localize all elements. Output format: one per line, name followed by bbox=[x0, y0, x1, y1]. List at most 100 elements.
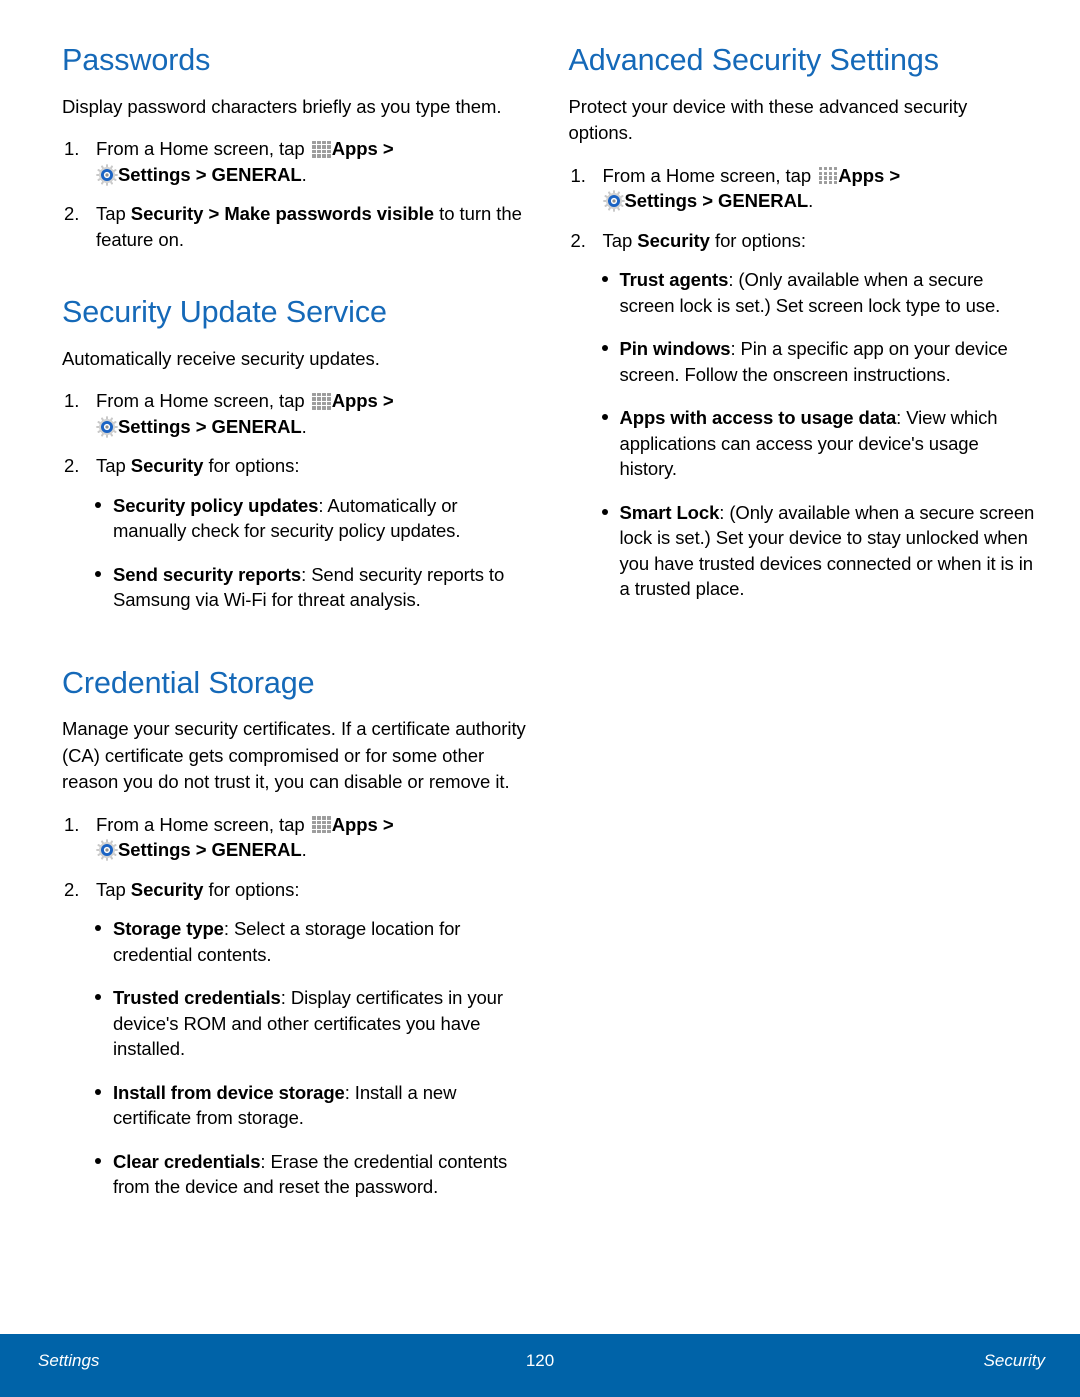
bullet-item: Storage type: Select a storage location … bbox=[62, 916, 529, 967]
step-number: 2. bbox=[570, 229, 586, 251]
bullet-dot-icon bbox=[601, 508, 608, 515]
security-label: Security bbox=[130, 878, 204, 900]
bullet-dot-icon bbox=[601, 345, 608, 352]
general-label: GENERAL bbox=[718, 190, 809, 212]
step-number: 2. bbox=[64, 878, 80, 900]
step-item: 1. From a Home screen, tap Apps > Settings… bbox=[570, 164, 901, 212]
step-item: 2. Tap Security for options: bbox=[569, 228, 1036, 254]
content-section: Advanced Security Settings Protect your d… bbox=[568, 43, 1036, 602]
bullet-item: Install from device storage: Install a n… bbox=[62, 1080, 529, 1131]
chevron-separator: > bbox=[702, 190, 713, 212]
section-heading: Credential Storage bbox=[62, 665, 315, 700]
bullet-term: Clear credentials bbox=[113, 1150, 261, 1172]
settings-label: Settings bbox=[118, 163, 191, 185]
bullet-term: Trusted credentials bbox=[113, 987, 281, 1009]
bullet-dot-icon bbox=[95, 570, 101, 577]
bullet-dot-icon bbox=[95, 1088, 101, 1095]
page-number: 120 bbox=[525, 1351, 555, 1370]
bullet-dot-icon bbox=[601, 414, 608, 421]
bullet-item: Security policy updates: Automatically o… bbox=[62, 493, 529, 544]
content-section: Credential Storage Manage your security c… bbox=[62, 665, 529, 1200]
apps-label: Apps bbox=[331, 813, 378, 835]
section-intro: Automatically receive security updates. bbox=[62, 347, 380, 369]
footer-right-label: Security bbox=[983, 1351, 1045, 1370]
apps-label: Apps bbox=[331, 138, 378, 160]
settings-label: Settings bbox=[118, 415, 191, 437]
steps-list: 1. From a Home screen, tap Apps > Settings… bbox=[569, 163, 1036, 254]
chevron-separator: > bbox=[195, 839, 207, 861]
settings-gear-icon bbox=[602, 190, 625, 212]
general-label: GENERAL bbox=[211, 415, 302, 437]
apps-label: Apps bbox=[331, 390, 378, 412]
section-intro: Display password characters briefly as y… bbox=[62, 95, 502, 117]
content-section: Security Update Service Automatically rec… bbox=[62, 295, 529, 613]
general-label: GENERAL bbox=[211, 163, 302, 185]
apps-grid-icon bbox=[311, 138, 332, 158]
step-number: 1. bbox=[64, 813, 80, 835]
step-item: 1. From a Home screen, tap Apps > Settings… bbox=[64, 813, 394, 861]
security-label: Security bbox=[130, 455, 204, 477]
chevron-separator: > bbox=[382, 390, 394, 412]
section-intro: Manage your security certificates. If a … bbox=[62, 718, 526, 793]
section-intro: Protect your device with these advanced … bbox=[568, 95, 968, 144]
bullet-dot-icon bbox=[95, 1157, 101, 1164]
bullet-term: Storage type bbox=[113, 918, 224, 940]
chevron-separator: > bbox=[195, 415, 207, 437]
bullet-term: Install from device storage bbox=[113, 1081, 345, 1103]
bullet-term: Trust agents bbox=[619, 269, 729, 291]
apps-grid-icon bbox=[311, 390, 332, 410]
chevron-separator: > bbox=[195, 163, 207, 185]
settings-label: Settings bbox=[118, 839, 191, 861]
bullet-item: Trust agents: (Only available when a sec… bbox=[569, 267, 1036, 318]
content-section: Passwords Display password characters bri… bbox=[62, 43, 529, 252]
step-number: 2. bbox=[64, 203, 80, 225]
apps-label: Apps bbox=[838, 164, 885, 186]
settings-gear-icon bbox=[96, 415, 118, 438]
two-column-body: Passwords Display password characters bri… bbox=[0, 0, 1080, 1300]
step-item: 1. From a Home screen, tap Apps > Settings… bbox=[64, 390, 394, 438]
step-number: 1. bbox=[64, 390, 80, 412]
steps-list: 1. From a Home screen, tap Apps > Settings… bbox=[62, 136, 529, 252]
bullet-term: Apps with access to usage data bbox=[619, 407, 897, 429]
apps-grid-icon bbox=[817, 165, 838, 185]
bullet-term: Smart Lock bbox=[619, 501, 720, 523]
step-number: 1. bbox=[64, 138, 80, 160]
left-column: Passwords Display password characters bri… bbox=[62, 43, 529, 1300]
general-label: GENERAL bbox=[211, 839, 302, 861]
step-number: 1. bbox=[570, 164, 586, 186]
step-item: 2. Tap Security > Make passwords visible … bbox=[64, 203, 522, 250]
settings-gear-icon bbox=[96, 839, 118, 861]
bullet-item: Smart Lock: (Only available when a secur… bbox=[569, 500, 1036, 602]
bullet-term: Pin windows bbox=[619, 338, 731, 360]
security-label: Security bbox=[637, 229, 710, 251]
section-heading: Passwords bbox=[62, 43, 211, 77]
step-item: 2. Tap Security for options: bbox=[62, 453, 529, 479]
bullet-dot-icon bbox=[95, 501, 101, 508]
options-list: Storage type: Select a storage location … bbox=[62, 916, 529, 1200]
right-column: Advanced Security Settings Protect your d… bbox=[568, 43, 1036, 1300]
step-item: 1. From a Home screen, tap Apps > Settings… bbox=[64, 138, 394, 186]
bullet-item: Pin windows: Pin a specific app on your … bbox=[569, 336, 1036, 387]
step-bold-path: Security > Make passwords visible bbox=[130, 203, 435, 225]
options-list: Security policy updates: Automatically o… bbox=[62, 493, 529, 613]
bullet-dot-icon bbox=[601, 276, 608, 283]
chevron-separator: > bbox=[889, 164, 901, 186]
bullet-item: Send security reports: Send security rep… bbox=[62, 562, 529, 613]
options-list: Trust agents: (Only available when a sec… bbox=[569, 267, 1036, 602]
bullet-term: Send security reports bbox=[113, 563, 302, 585]
bullet-dot-icon bbox=[95, 925, 101, 932]
bullet-item: Trusted credentials: Display certificate… bbox=[62, 985, 529, 1062]
bullet-item: Clear credentials: Erase the credential … bbox=[62, 1149, 529, 1200]
steps-list: 1. From a Home screen, tap Apps > Settings… bbox=[62, 812, 529, 903]
settings-label: Settings bbox=[624, 190, 698, 212]
bullet-item: Apps with access to usage data: View whi… bbox=[569, 405, 1036, 482]
bullet-dot-icon bbox=[95, 994, 101, 1001]
step-item: 2. Tap Security for options: bbox=[62, 877, 529, 903]
page-footer: Settings 120 Security bbox=[0, 1334, 1080, 1397]
chevron-separator: > bbox=[382, 138, 394, 160]
section-heading: Advanced Security Settings bbox=[568, 43, 939, 77]
document-page: Passwords Display password characters bri… bbox=[0, 0, 1080, 1397]
chevron-separator: > bbox=[382, 813, 394, 835]
apps-grid-icon bbox=[311, 814, 332, 834]
steps-list: 1. From a Home screen, tap Apps > Settings… bbox=[62, 388, 529, 479]
